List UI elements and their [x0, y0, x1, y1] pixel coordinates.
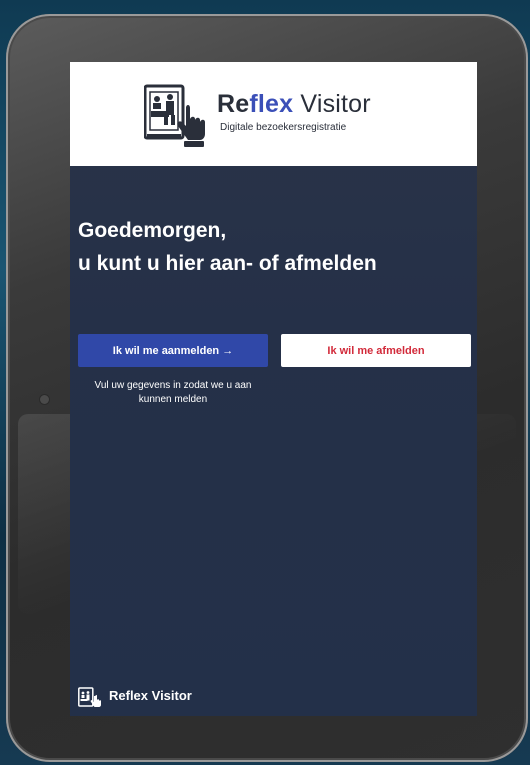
- reception-kiosk-icon: [144, 84, 205, 147]
- brand-subtitle: Digitale bezoekersregistratie: [220, 122, 347, 133]
- checkin-hint: Vul uw gegevens in zodat we u aan kunnen…: [94, 380, 252, 405]
- brand-part-re: Re: [217, 90, 250, 118]
- brand-title: Reflex Visitor: [217, 90, 371, 119]
- camera-icon: [40, 395, 49, 404]
- checkin-button[interactable]: Ik wil me aanmelden →: [78, 334, 268, 367]
- footer-brand: Reflex Visitor: [109, 688, 192, 703]
- footer-logo-icon: [78, 687, 101, 707]
- greeting-heading: Goedemorgen, u kunt u hier aan- of afmel…: [78, 214, 473, 280]
- greeting-line-1: Goedemorgen,: [78, 219, 227, 242]
- checkout-button[interactable]: Ik wil me afmelden: [281, 334, 471, 367]
- greeting-line-2: u kunt u hier aan- of afmelden: [78, 252, 377, 275]
- brand-part-flex: flex: [249, 90, 294, 118]
- app-screen: Reflex Visitor Digitale bezoekersregistr…: [70, 62, 477, 716]
- brand-part-visitor: Visitor: [293, 90, 371, 118]
- app-header: Reflex Visitor Digitale bezoekersregistr…: [70, 62, 477, 166]
